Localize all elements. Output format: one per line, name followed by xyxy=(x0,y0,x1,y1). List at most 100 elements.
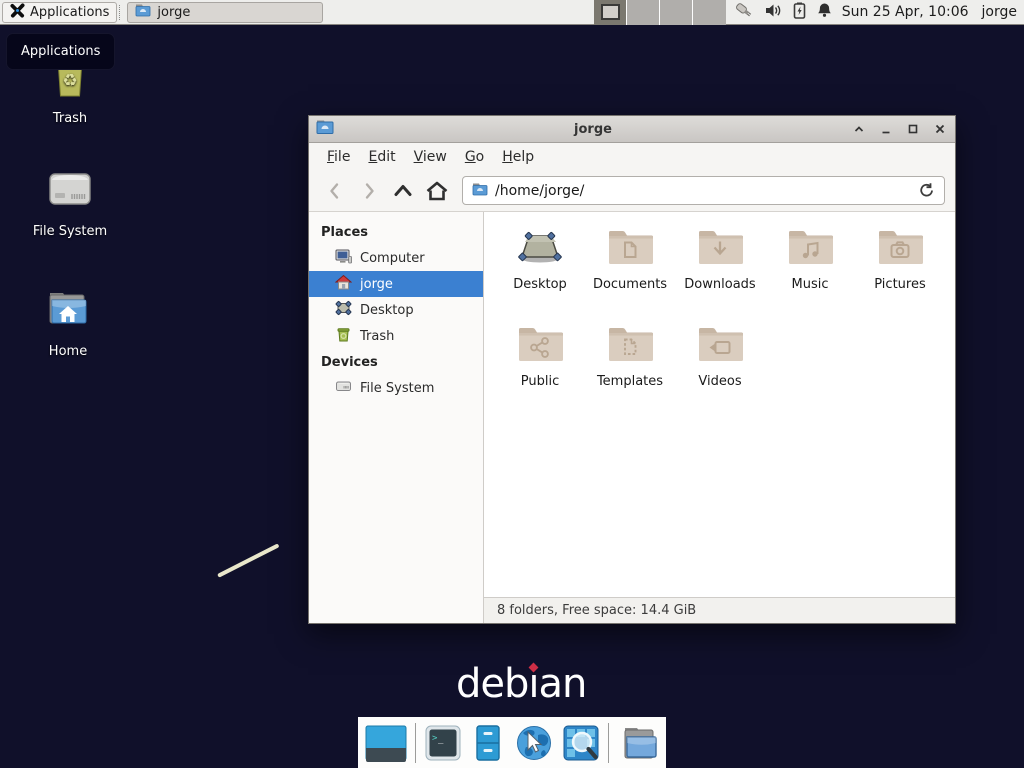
folder-item-pictures[interactable]: Pictures xyxy=(855,228,945,325)
taskbar-window-label: jorge xyxy=(157,5,190,20)
wordmark-pre: deb xyxy=(456,661,528,707)
drive-icon xyxy=(335,378,352,398)
documents-folder-icon xyxy=(606,228,654,270)
web-browser-icon[interactable] xyxy=(514,723,554,763)
workspace-window-preview xyxy=(601,4,620,20)
notifications-bell-icon[interactable] xyxy=(817,2,832,22)
close-button[interactable] xyxy=(933,123,946,136)
sidebar-item-label: File System xyxy=(360,381,434,396)
templates-folder-icon xyxy=(606,325,654,367)
desktop-icon-label: File System xyxy=(33,224,107,239)
sidebar-header-devices: Devices xyxy=(309,349,483,375)
folder-item-videos[interactable]: Videos xyxy=(675,325,765,422)
desktop-icon-file-system[interactable]: File System xyxy=(27,167,113,239)
home-button[interactable] xyxy=(421,176,452,206)
plug-icon[interactable] xyxy=(734,1,754,23)
debian-wordmark: debıan xyxy=(456,661,586,707)
sidebar-item-trash[interactable]: Trash xyxy=(309,323,483,349)
dock-separator xyxy=(415,723,416,763)
minimize-button[interactable] xyxy=(879,123,892,136)
reload-button[interactable] xyxy=(918,182,935,199)
folder-item-public[interactable]: Public xyxy=(495,325,585,422)
folder-label: Downloads xyxy=(684,277,755,292)
folder-item-music[interactable]: Music xyxy=(765,228,855,325)
desktop-icon-label: Home xyxy=(49,344,87,359)
desktop-workspace-icon xyxy=(516,228,564,270)
statusbar-text: 8 folders, Free space: 14.4 GiB xyxy=(497,603,696,618)
sidebar-item-label: Computer xyxy=(360,251,425,266)
application-finder-icon[interactable] xyxy=(562,724,600,762)
workspace-1[interactable] xyxy=(594,0,627,25)
sidebar-item-label: Trash xyxy=(360,329,394,344)
up-button[interactable] xyxy=(387,176,418,206)
music-folder-icon xyxy=(786,228,834,270)
volume-icon[interactable] xyxy=(765,3,782,22)
wordmark-i: ı xyxy=(528,661,538,707)
desktop-icon-label: Trash xyxy=(53,111,87,126)
show-desktop-icon[interactable] xyxy=(365,724,407,762)
dock-separator xyxy=(608,723,609,763)
menu-go[interactable]: Go xyxy=(456,146,493,168)
workspace-3[interactable] xyxy=(660,0,693,25)
trash-icon xyxy=(335,326,352,346)
wallpaper-swoosh-line xyxy=(217,543,279,577)
folder-item-downloads[interactable]: Downloads xyxy=(675,228,765,325)
menu-file[interactable]: File xyxy=(318,146,359,168)
desktop-icon xyxy=(335,300,352,320)
directory-menu-icon[interactable] xyxy=(617,724,659,762)
window-title: jorge xyxy=(334,122,852,137)
folder-item-templates[interactable]: Templates xyxy=(585,325,675,422)
top-panel: Applications jorge Sun 25 Apr, 10:06 jor… xyxy=(0,0,1024,25)
sidebar-item-label: jorge xyxy=(360,277,393,292)
menu-edit[interactable]: Edit xyxy=(359,146,404,168)
folder-label: Documents xyxy=(593,277,667,292)
panel-clock[interactable]: Sun 25 Apr, 10:06 xyxy=(842,4,969,20)
sidebar: Places Computer jorge Desktop xyxy=(309,212,484,623)
panel-drag-handle[interactable] xyxy=(119,5,125,20)
workspace-switcher xyxy=(594,0,726,25)
sidebar-item-file-system[interactable]: File System xyxy=(309,375,483,401)
folder-window-icon xyxy=(135,3,151,21)
file-manager-window: jorge File Edit View Go Help xyxy=(308,115,956,624)
sidebar-item-jorge[interactable]: jorge xyxy=(309,271,483,297)
file-cabinet-icon[interactable] xyxy=(470,724,506,762)
pictures-folder-icon xyxy=(876,228,924,270)
svg-text:♻: ♻ xyxy=(62,71,77,91)
shade-button[interactable] xyxy=(852,123,865,136)
maximize-button[interactable] xyxy=(906,123,919,136)
terminal-icon[interactable]: >_ xyxy=(424,724,462,762)
path-folder-icon xyxy=(472,182,488,200)
applications-menu-label: Applications xyxy=(30,5,109,20)
applications-tooltip: Applications xyxy=(6,33,115,70)
sidebar-item-desktop[interactable]: Desktop xyxy=(309,297,483,323)
folder-item-desktop[interactable]: Desktop xyxy=(495,228,585,325)
folder-view[interactable]: Desktop Documents Downloads xyxy=(484,212,955,597)
applications-menu-button[interactable]: Applications xyxy=(2,2,117,23)
public-folder-icon xyxy=(516,325,564,367)
user-menu[interactable]: jorge xyxy=(982,4,1017,20)
computer-icon xyxy=(335,248,352,268)
system-tray xyxy=(734,1,832,23)
xfce-logo-icon xyxy=(10,3,25,22)
folder-label: Templates xyxy=(597,374,663,389)
videos-folder-icon xyxy=(696,325,744,367)
desktop-icon-home[interactable]: Home xyxy=(25,287,111,359)
folder-label: Public xyxy=(521,374,559,389)
folder-item-documents[interactable]: Documents xyxy=(585,228,675,325)
path-value[interactable]: /home/jorge/ xyxy=(495,183,584,199)
window-titlebar[interactable]: jorge xyxy=(309,116,955,143)
back-button[interactable] xyxy=(319,176,350,206)
battery-charging-icon[interactable] xyxy=(793,2,806,23)
menu-view[interactable]: View xyxy=(405,146,456,168)
svg-text:_: _ xyxy=(438,734,444,744)
workspace-2[interactable] xyxy=(627,0,660,25)
sidebar-item-computer[interactable]: Computer xyxy=(309,245,483,271)
forward-button[interactable] xyxy=(353,176,384,206)
path-bar[interactable]: /home/jorge/ xyxy=(462,176,945,205)
workspace-4[interactable] xyxy=(693,0,726,25)
menu-help[interactable]: Help xyxy=(493,146,543,168)
dock: >_ xyxy=(358,717,666,768)
sidebar-header-places: Places xyxy=(309,219,483,245)
home-folder-icon xyxy=(42,287,94,337)
taskbar-window-button[interactable]: jorge xyxy=(127,2,323,23)
